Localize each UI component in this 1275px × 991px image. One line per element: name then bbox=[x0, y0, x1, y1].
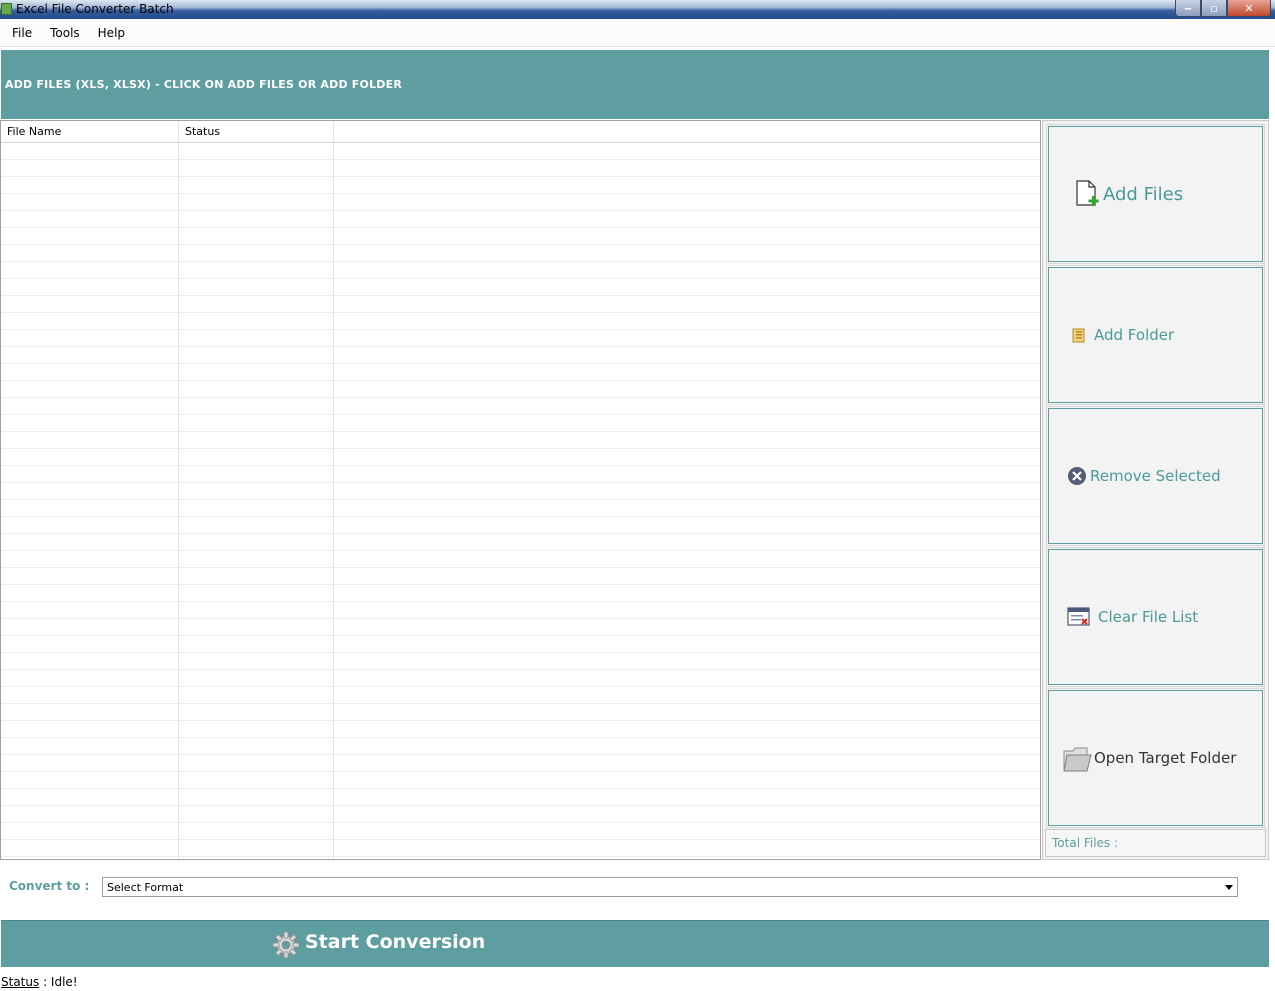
app-icon bbox=[1, 3, 12, 15]
start-conversion-button[interactable]: Start Conversion bbox=[1, 920, 1269, 967]
status-separator: : bbox=[39, 974, 51, 989]
clear-file-list-button[interactable]: Clear File List bbox=[1046, 547, 1265, 687]
column-header-status[interactable]: Status bbox=[179, 121, 334, 142]
column-header-file-name[interactable]: File Name bbox=[1, 121, 179, 142]
status-value: Idle! bbox=[50, 974, 78, 989]
status-key: Status bbox=[1, 974, 40, 989]
total-files: Total Files : bbox=[1045, 829, 1266, 857]
column-divider bbox=[178, 143, 179, 859]
total-files-label: Total Files : bbox=[1052, 836, 1119, 850]
convert-row: Convert to : Select Format bbox=[0, 862, 1270, 914]
add-files-button[interactable]: Add Files bbox=[1046, 124, 1265, 264]
format-select-value: Select Format bbox=[107, 881, 184, 894]
column-header-filler bbox=[334, 121, 1040, 142]
clear-list-icon bbox=[1067, 607, 1090, 626]
action-panel: Add Files Add Folder Remove Selected Cle… bbox=[1042, 120, 1269, 860]
column-divider bbox=[333, 143, 334, 859]
window-title: Excel File Converter Batch bbox=[16, 2, 174, 16]
table-body[interactable] bbox=[1, 143, 1040, 859]
banner-text: ADD FILES (XLS, XLSX) - CLICK ON ADD FIL… bbox=[5, 78, 403, 91]
window-controls: ‒ ▫ ✕ bbox=[1175, 0, 1271, 17]
folder-icon bbox=[1072, 328, 1085, 343]
instructions-banner: ADD FILES (XLS, XLSX) - CLICK ON ADD FIL… bbox=[1, 50, 1269, 119]
minimize-button[interactable]: ‒ bbox=[1175, 0, 1201, 17]
chevron-down-icon[interactable] bbox=[1225, 885, 1233, 890]
open-target-folder-button[interactable]: Open Target Folder bbox=[1046, 688, 1265, 828]
open-target-folder-label: Open Target Folder bbox=[1094, 749, 1237, 767]
gear-icon bbox=[272, 931, 300, 959]
close-button[interactable]: ✕ bbox=[1227, 0, 1271, 17]
start-conversion-label: Start Conversion bbox=[305, 931, 486, 953]
restore-button[interactable]: ▫ bbox=[1201, 0, 1227, 17]
menu-help[interactable]: Help bbox=[89, 26, 134, 40]
file-list-table[interactable]: File Name Status bbox=[0, 120, 1041, 860]
convert-to-label: Convert to : bbox=[9, 879, 90, 893]
format-select[interactable]: Select Format bbox=[102, 877, 1238, 897]
table-header: File Name Status bbox=[1, 121, 1040, 143]
menu-file[interactable]: File bbox=[3, 26, 41, 40]
menu-tools[interactable]: Tools bbox=[41, 26, 89, 40]
remove-circle-icon bbox=[1068, 467, 1086, 485]
add-file-icon bbox=[1076, 180, 1099, 206]
add-folder-button[interactable]: Add Folder bbox=[1046, 265, 1265, 405]
add-files-label: Add Files bbox=[1103, 183, 1184, 205]
remove-selected-button[interactable]: Remove Selected bbox=[1046, 406, 1265, 546]
status-bar: Status : Idle! bbox=[0, 972, 1275, 991]
clear-file-list-label: Clear File List bbox=[1098, 608, 1199, 626]
open-folder-icon bbox=[1063, 747, 1092, 772]
remove-selected-label: Remove Selected bbox=[1090, 467, 1221, 485]
title-bar: Excel File Converter Batch ‒ ▫ ✕ bbox=[0, 0, 1275, 19]
add-folder-label: Add Folder bbox=[1094, 326, 1175, 344]
menu-bar: File Tools Help bbox=[0, 19, 1275, 47]
